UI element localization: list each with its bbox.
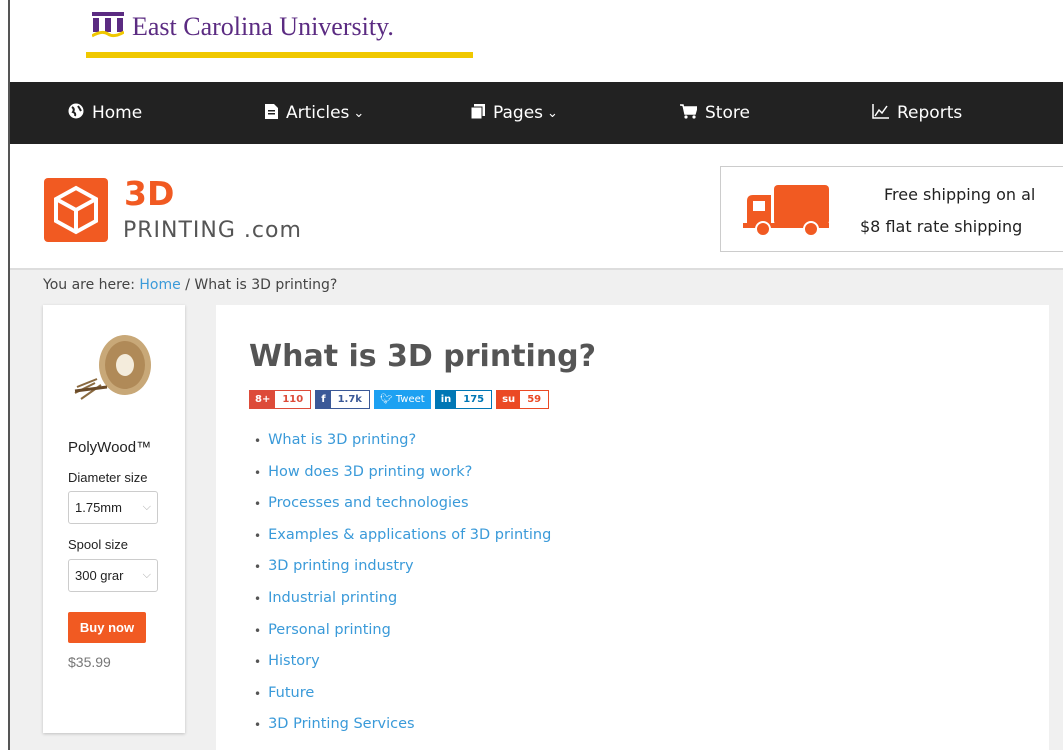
share-count: 175 <box>456 391 492 408</box>
spool-value: 300 grar <box>75 568 124 583</box>
brand-sub[interactable]: PRINTING .com <box>123 218 302 243</box>
toc-item[interactable]: • Industrial printing <box>254 590 551 622</box>
share-stumbleupon[interactable]: su 59 <box>496 390 550 409</box>
university-banner: East Carolina University. <box>10 0 1063 82</box>
bullet-icon: • <box>254 718 262 733</box>
nav-store-label: Store <box>705 103 750 123</box>
nav-home[interactable]: Home <box>68 82 142 144</box>
university-name[interactable]: East Carolina University. <box>132 12 394 42</box>
bullet-icon: • <box>254 686 262 701</box>
nav-reports[interactable]: Reports <box>872 82 962 144</box>
toc-item[interactable]: • Future <box>254 685 551 717</box>
shipping-banner[interactable]: Free shipping on al $8 flat rate shippin… <box>720 166 1063 252</box>
linkedin-icon: in <box>435 391 457 408</box>
toc-link[interactable]: Examples & applications of 3D printing <box>268 527 551 543</box>
chevron-down-icon: ⌄ <box>547 105 558 121</box>
share-facebook[interactable]: f 1.7k <box>315 390 370 409</box>
toc-item[interactable]: • 3D Printing Services <box>254 716 551 748</box>
bullet-icon: • <box>254 465 262 480</box>
bullet-icon: • <box>254 497 262 512</box>
brand-main[interactable]: 3D <box>124 174 174 213</box>
toc-link[interactable]: How does 3D printing work? <box>268 464 472 480</box>
twitter-icon: 🐦︎ Tweet <box>374 391 430 408</box>
bullet-icon: • <box>254 623 262 638</box>
tweet-label: Tweet <box>395 394 425 405</box>
shipping-line-1: Free shipping on al <box>884 185 1036 204</box>
toc-link[interactable]: 3D printing industry <box>268 558 414 574</box>
university-underline <box>86 52 473 58</box>
article-panel: What is 3D printing? 8+ 110 f 1.7k 🐦︎ Tw… <box>216 305 1049 750</box>
diameter-select[interactable]: 1.75mm ⌵ <box>68 491 158 524</box>
toc-link[interactable]: Processes and technologies <box>268 495 468 511</box>
globe-icon <box>68 103 84 123</box>
site-header: 3D PRINTING .com Free shipping on al $8 … <box>10 144 1063 270</box>
chart-icon <box>872 103 889 123</box>
diameter-value: 1.75mm <box>75 500 122 515</box>
share-twitter[interactable]: 🐦︎ Tweet <box>373 390 431 409</box>
document-icon <box>265 103 278 123</box>
product-price: $35.99 <box>68 654 111 670</box>
stumbleupon-icon: su <box>497 391 521 408</box>
toc-item[interactable]: • Processes and technologies <box>254 495 551 527</box>
table-of-contents: • What is 3D printing? • How does 3D print… <box>254 432 551 748</box>
chevron-down-icon: ⌵ <box>140 501 151 514</box>
product-name[interactable]: PolyWood™ <box>68 439 151 456</box>
toc-item[interactable]: • 3D printing industry <box>254 558 551 590</box>
breadcrumb: You are here: Home / What is 3D printing… <box>43 277 337 293</box>
google-plus-icon: 8+ <box>250 391 276 408</box>
bullet-icon: • <box>254 528 262 543</box>
product-card: PolyWood™ Diameter size 1.75mm ⌵ Spool s… <box>43 305 185 733</box>
share-linkedin[interactable]: in 175 <box>434 390 493 409</box>
facebook-icon: f <box>316 391 331 408</box>
toc-item[interactable]: • Personal printing <box>254 622 551 654</box>
share-count: 110 <box>275 391 311 408</box>
buy-now-button[interactable]: Buy now <box>68 612 146 643</box>
toc-link[interactable]: 3D Printing Services <box>268 716 415 732</box>
share-buttons: 8+ 110 f 1.7k 🐦︎ Tweet in 175 su 59 <box>249 390 550 409</box>
toc-link[interactable]: Future <box>268 685 314 701</box>
share-google-plus[interactable]: 8+ 110 <box>249 390 312 409</box>
cart-icon <box>680 103 698 123</box>
nav-pages-label: Pages <box>493 103 544 123</box>
truck-icon <box>743 185 829 237</box>
toc-link[interactable]: Industrial printing <box>268 590 397 606</box>
bullet-icon: • <box>254 560 262 575</box>
nav-reports-label: Reports <box>897 103 963 123</box>
toc-item[interactable]: • How does 3D printing work? <box>254 464 551 496</box>
toc-item[interactable]: • What is 3D printing? <box>254 432 551 464</box>
bullet-icon: • <box>254 655 262 670</box>
breadcrumb-current: What is 3D printing? <box>194 277 338 293</box>
share-count: 1.7k <box>330 391 369 408</box>
chevron-down-icon: ⌄ <box>353 105 365 121</box>
filament-spool-image[interactable] <box>67 329 157 409</box>
top-nav: Home Articles ⌄ Pages ⌄ Store Reports <box>10 82 1063 144</box>
nav-home-label: Home <box>92 103 143 123</box>
spool-label: Spool size <box>68 537 128 552</box>
nav-articles-label: Articles <box>286 103 350 123</box>
toc-link[interactable]: Personal printing <box>268 622 391 638</box>
spool-select[interactable]: 300 grar ⌵ <box>68 559 158 592</box>
pages-icon <box>470 103 485 123</box>
toc-item[interactable]: • History <box>254 653 551 685</box>
nav-pages[interactable]: Pages ⌄ <box>470 82 558 144</box>
share-count: 59 <box>520 391 549 408</box>
bullet-icon: • <box>254 434 262 448</box>
bullet-icon: • <box>254 591 262 606</box>
page-title: What is 3D printing? <box>249 339 597 374</box>
toc-link[interactable]: What is 3D printing? <box>268 432 416 448</box>
toc-item[interactable]: • Examples & applications of 3D printing <box>254 527 551 559</box>
toc-link[interactable]: History <box>268 653 320 669</box>
nav-articles[interactable]: Articles ⌄ <box>265 82 364 144</box>
ecu-logo-icon <box>92 12 124 38</box>
breadcrumb-separator: / <box>185 277 190 293</box>
diameter-label: Diameter size <box>68 470 148 485</box>
3dprinting-logo-icon[interactable] <box>44 178 108 242</box>
chevron-down-icon: ⌵ <box>140 569 151 582</box>
nav-store[interactable]: Store <box>680 82 750 144</box>
shipping-line-2: $8 flat rate shipping <box>860 217 1023 236</box>
breadcrumb-home-link[interactable]: Home <box>139 277 180 293</box>
breadcrumb-prefix: You are here: <box>43 277 135 293</box>
